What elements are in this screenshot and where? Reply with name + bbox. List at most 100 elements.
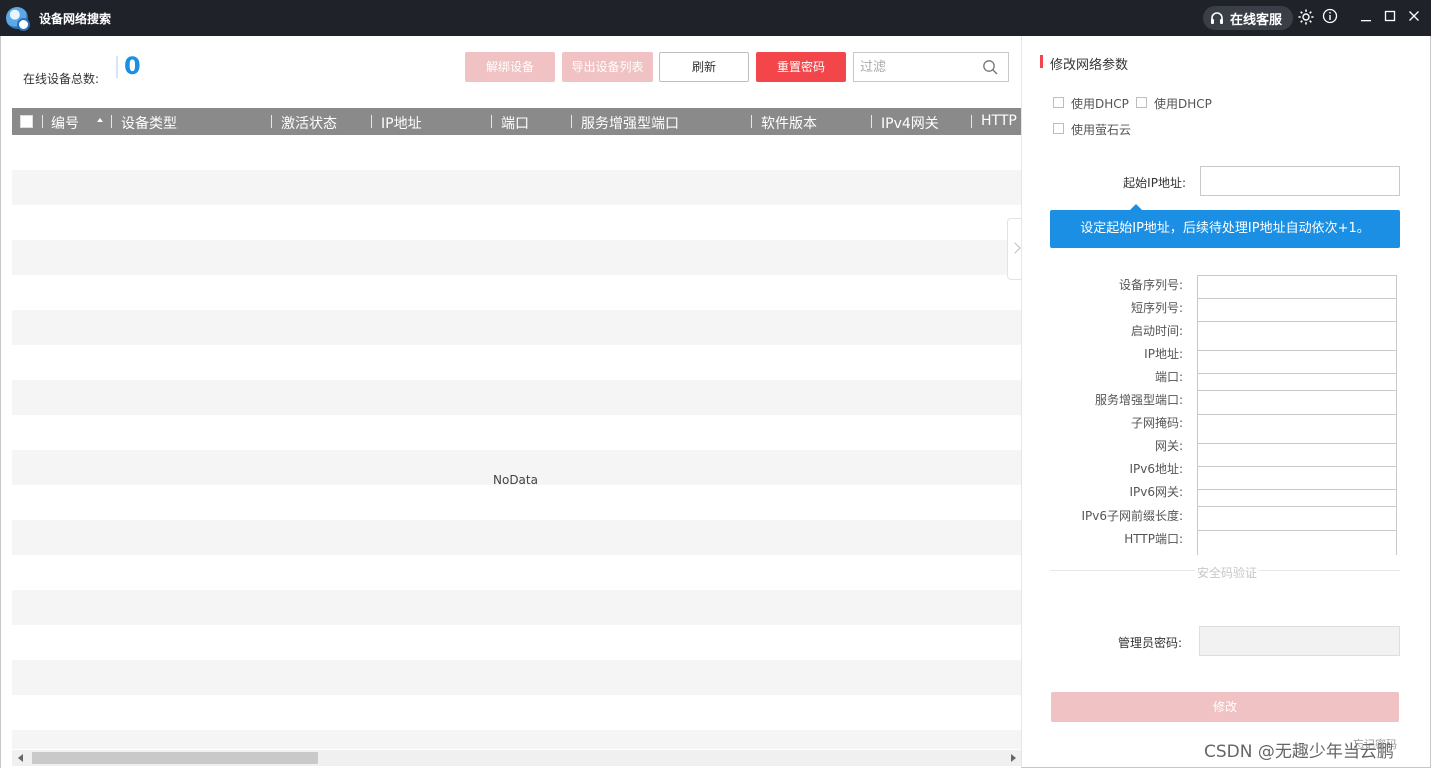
unbind-device-button[interactable]: 解绑设备: [465, 52, 555, 82]
field-label-boot-time: 启动时间:: [1130, 324, 1183, 338]
select-all-checkbox[interactable]: [20, 115, 33, 128]
table-row: [12, 520, 1022, 555]
modify-button[interactable]: 修改: [1051, 692, 1399, 722]
dhcp-label-2: 使用DHCP: [1154, 97, 1212, 111]
column-header-number[interactable]: 编号: [51, 113, 79, 133]
table-row: [12, 380, 1022, 415]
app-title: 设备网络搜索: [39, 12, 112, 26]
dhcp-label: 使用DHCP: [1071, 97, 1129, 111]
enhanced-port-field[interactable]: [1198, 390, 1396, 414]
filter-box: [853, 52, 1009, 82]
port-field[interactable]: [1198, 373, 1396, 390]
column-separator: [751, 115, 752, 128]
online-service-button[interactable]: 在线客服: [1203, 6, 1293, 30]
column-separator: [111, 115, 112, 128]
table-row: [12, 415, 1022, 450]
network-params-panel: 修改网络参数 使用DHCP 使用DHCP 使用萤石云 起始IP地址: 设定起始I…: [1021, 36, 1431, 768]
column-header-ipv4-gateway[interactable]: IPv4网关: [881, 113, 939, 133]
column-header-ip[interactable]: IP地址: [381, 113, 422, 133]
horizontal-scrollbar[interactable]: [12, 750, 1022, 766]
empty-state-text: NoData: [493, 473, 538, 487]
scroll-right-icon[interactable]: [1011, 754, 1016, 762]
title-bar: 设备网络搜索 在线客服: [0, 0, 1431, 36]
ezviz-checkbox[interactable]: [1053, 123, 1064, 134]
scroll-left-icon[interactable]: [18, 754, 23, 762]
dhcp-checkbox[interactable]: [1053, 97, 1064, 108]
field-label-ipv6-prefix: IPv6子网前缀长度:: [1081, 509, 1183, 523]
column-separator: [371, 115, 372, 128]
boot-time-field[interactable]: [1198, 321, 1396, 350]
ipv6-field[interactable]: [1198, 466, 1396, 489]
field-label-enhanced-port: 服务增强型端口:: [1094, 393, 1183, 407]
close-icon[interactable]: [1404, 8, 1424, 28]
column-separator: [971, 115, 972, 128]
security-section-label: 安全码验证: [1195, 564, 1260, 581]
scrollbar-thumb[interactable]: [32, 752, 318, 764]
gear-icon[interactable]: [1296, 8, 1316, 28]
subnet-mask-field[interactable]: [1198, 414, 1396, 443]
headset-icon: [1211, 12, 1223, 24]
field-label-ipv6: IPv6地址:: [1129, 462, 1183, 476]
column-header-port[interactable]: 端口: [501, 113, 529, 133]
table-row: [12, 695, 1022, 730]
admin-password-input[interactable]: [1199, 626, 1400, 656]
ipv6-prefix-field[interactable]: [1198, 506, 1396, 530]
column-header-software-version[interactable]: 软件版本: [761, 113, 817, 133]
table-row: [12, 310, 1022, 345]
table-body: [12, 135, 1022, 749]
panel-title: 修改网络参数: [1050, 58, 1129, 73]
column-header-device-type[interactable]: 设备类型: [121, 113, 177, 133]
table-row: [12, 135, 1022, 170]
ezviz-label: 使用萤石云: [1071, 123, 1132, 137]
reset-password-button[interactable]: 重置密码: [756, 52, 846, 82]
http-port-field[interactable]: [1198, 530, 1396, 555]
maximize-icon[interactable]: [1380, 8, 1400, 28]
table-header: 编号 设备类型 激活状态 IP地址 端口 服务增强型端口 软件版本 IPv4网关…: [12, 108, 1022, 135]
table-row: [12, 555, 1022, 590]
minimize-icon[interactable]: [1356, 8, 1376, 28]
app-logo-icon: [6, 7, 30, 31]
refresh-button[interactable]: 刷新: [659, 52, 749, 82]
dhcp-checkbox-2[interactable]: [1136, 97, 1147, 108]
admin-password-label: 管理员密码:: [1118, 636, 1183, 650]
title-accent-mark: [1040, 55, 1043, 68]
serial-field[interactable]: [1198, 275, 1396, 298]
column-separator: [491, 115, 492, 128]
field-label-http-port: HTTP端口:: [1124, 532, 1183, 546]
start-ip-input[interactable]: [1200, 166, 1400, 196]
table-row: [12, 590, 1022, 625]
online-service-label: 在线客服: [1230, 13, 1283, 28]
ipv6-gateway-field[interactable]: [1198, 489, 1396, 506]
online-count-value: 0: [124, 52, 141, 80]
field-label-subnet-mask: 子网掩码:: [1130, 416, 1183, 430]
column-separator: [571, 115, 572, 128]
column-separator: [871, 115, 872, 128]
count-divider: [116, 56, 118, 78]
ip-field[interactable]: [1198, 350, 1396, 373]
gateway-field[interactable]: [1198, 443, 1396, 466]
column-separator: [42, 115, 43, 128]
online-count-label: 在线设备总数:: [23, 72, 100, 86]
short-serial-field[interactable]: [1198, 298, 1396, 321]
sort-asc-icon[interactable]: [97, 118, 103, 122]
field-label-ip: IP地址:: [1144, 347, 1183, 361]
field-label-short-serial: 短序列号:: [1130, 301, 1183, 315]
watermark-text: CSDN @无趣少年当云鹏: [1204, 742, 1394, 762]
table-row: [12, 730, 1022, 749]
start-ip-label: 起始IP地址:: [1123, 176, 1186, 190]
filter-input[interactable]: [860, 58, 970, 76]
info-icon[interactable]: [1320, 8, 1340, 28]
table-row: [12, 240, 1022, 275]
chevron-right-icon: [1009, 242, 1021, 254]
column-header-http[interactable]: HTTP: [981, 113, 1017, 129]
table-row: [12, 485, 1022, 520]
field-label-ipv6-gateway: IPv6网关:: [1129, 485, 1183, 499]
export-list-button[interactable]: 导出设备列表: [562, 52, 653, 82]
column-header-activation[interactable]: 激活状态: [281, 113, 337, 133]
table-row: [12, 660, 1022, 695]
table-row: [12, 205, 1022, 240]
params-field-grid: [1197, 275, 1397, 555]
column-header-enhanced-port[interactable]: 服务增强型端口: [581, 113, 679, 133]
search-icon[interactable]: [982, 59, 998, 75]
field-label-port: 端口:: [1154, 370, 1183, 384]
